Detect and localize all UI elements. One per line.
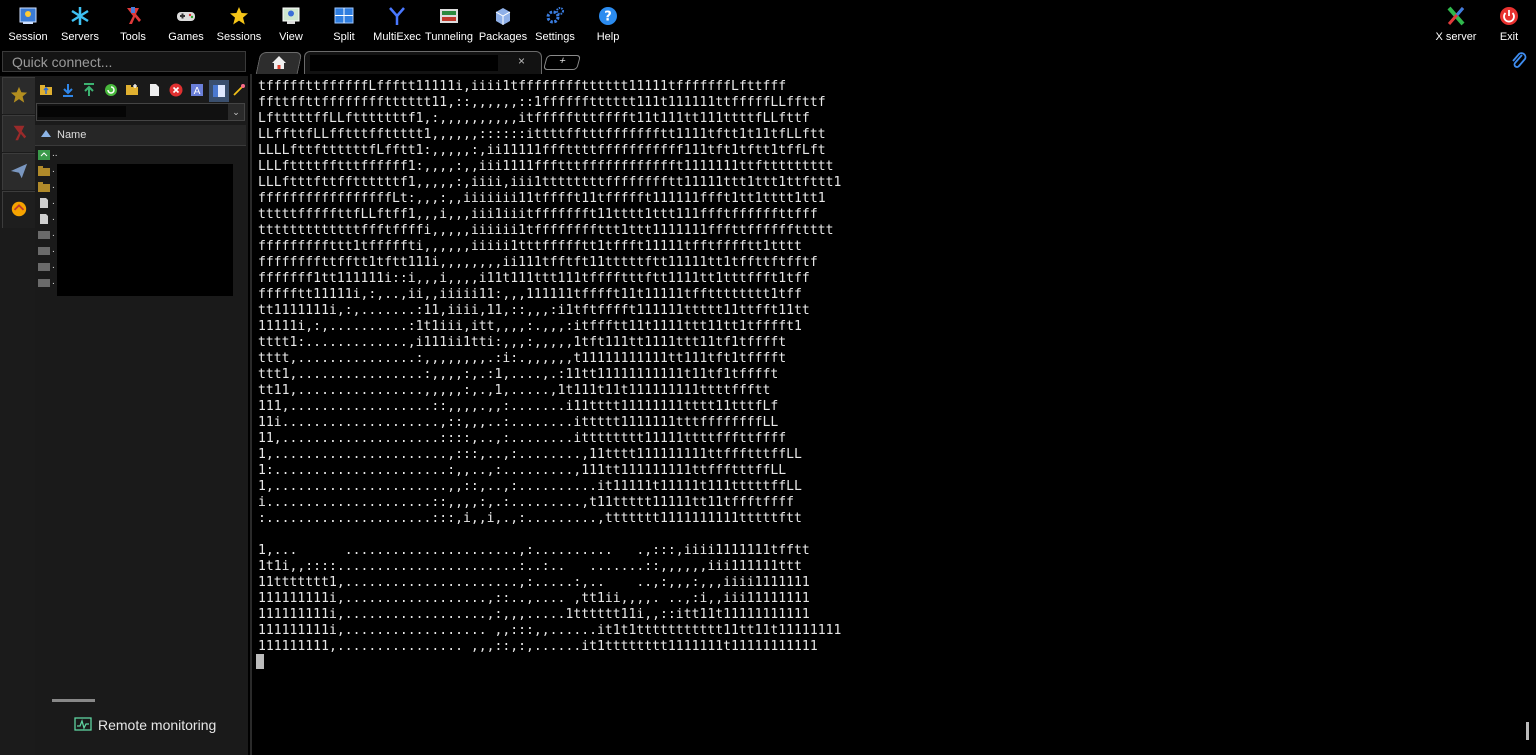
multiexec-icon xyxy=(389,7,405,25)
file-row[interactable]: .. xyxy=(37,148,227,162)
file-icon xyxy=(38,230,50,240)
split-icon xyxy=(334,7,354,24)
magic-wand-icon[interactable] xyxy=(232,83,246,97)
terminal-output: tfffffttffffffLffftt11111i,iiii1tfffffff… xyxy=(258,79,842,654)
gear-icon xyxy=(546,7,564,24)
paperclip-icon[interactable] xyxy=(1510,52,1528,70)
tab-session[interactable]: × xyxy=(304,51,542,74)
file-name: . xyxy=(52,164,55,175)
monitoring-icon xyxy=(74,717,92,731)
file-list-header[interactable]: Name xyxy=(35,125,246,146)
file-name: .. xyxy=(52,148,58,159)
new-tab-button[interactable]: + xyxy=(542,55,582,70)
folder-up-icon[interactable] xyxy=(39,83,53,97)
gamepad-icon xyxy=(177,12,195,21)
remote-monitoring-button[interactable]: Remote monitoring xyxy=(98,717,216,733)
file-icon xyxy=(38,246,50,256)
settings-button[interactable]: Settings xyxy=(527,0,583,47)
send-icon xyxy=(10,163,28,179)
path-redacted xyxy=(38,106,126,117)
file-name: . xyxy=(52,244,55,255)
xserver-button[interactable]: X server xyxy=(1428,0,1484,47)
help-button[interactable]: ? Help xyxy=(580,0,636,47)
file-name: . xyxy=(52,228,55,239)
tunneling-icon xyxy=(440,9,458,23)
follow-terminal-toggle[interactable] xyxy=(209,80,229,102)
side-tab-strip xyxy=(0,76,36,755)
tools-side-tab[interactable] xyxy=(2,115,36,152)
view-icon xyxy=(282,7,300,24)
panel-divider xyxy=(52,699,95,702)
servers-button[interactable]: Servers xyxy=(52,0,108,47)
terminal-scrollbar[interactable] xyxy=(1526,722,1529,740)
packages-button[interactable]: Packages xyxy=(475,0,531,47)
exit-button[interactable]: Exit xyxy=(1481,0,1536,47)
file-names-redacted xyxy=(57,164,233,296)
file-icon xyxy=(38,198,50,208)
sftp-toolbar: A xyxy=(35,80,248,102)
download-icon[interactable] xyxy=(61,83,75,97)
column-name-label: Name xyxy=(57,129,87,141)
macros-side-tab[interactable] xyxy=(2,153,36,190)
help-icon: ? xyxy=(599,7,617,25)
file-name: . xyxy=(52,212,55,223)
svg-text:?: ? xyxy=(604,10,612,25)
multiexec-button[interactable]: MultiExec xyxy=(369,0,425,47)
close-tab-icon[interactable]: × xyxy=(518,54,525,68)
tools-icon xyxy=(13,125,27,141)
session-button[interactable]: Session xyxy=(0,0,56,47)
chevron-down-icon[interactable]: ⌄ xyxy=(228,104,244,120)
file-name: . xyxy=(52,276,55,287)
terminal-folder-icon xyxy=(213,85,225,97)
delete-icon[interactable] xyxy=(169,83,183,97)
terminal-area[interactable]: tfffffttffffffLffftt11111i,iiii1tfffffff… xyxy=(250,74,1536,755)
tab-title-redacted xyxy=(310,55,498,71)
tunneling-button[interactable]: Tunneling xyxy=(421,0,477,47)
file-icon xyxy=(38,262,50,272)
sessions-side-tab[interactable] xyxy=(2,77,36,114)
games-button[interactable]: Games xyxy=(158,0,214,47)
star-icon xyxy=(10,86,28,103)
packages-icon xyxy=(495,8,511,25)
sessions-button[interactable]: Sessions xyxy=(211,0,267,47)
view-button[interactable]: View xyxy=(263,0,319,47)
sftp-icon xyxy=(11,201,27,217)
home-icon xyxy=(272,56,286,69)
new-folder-icon[interactable] xyxy=(125,83,139,97)
tools-button[interactable]: Tools xyxy=(105,0,161,47)
upload-icon[interactable] xyxy=(82,83,96,97)
folder-icon xyxy=(38,166,50,176)
star-icon xyxy=(230,7,248,25)
quick-connect-input[interactable]: Quick connect... xyxy=(2,51,246,72)
tools-icon xyxy=(127,7,141,24)
session-icon xyxy=(19,7,37,24)
main-toolbar: Session Servers Tools Games Sessions Vie… xyxy=(0,0,1536,47)
remote-monitoring-panel: Remote monitoring xyxy=(36,692,248,755)
rename-icon[interactable]: A xyxy=(190,83,204,97)
xserver-icon xyxy=(1447,6,1465,26)
parent-folder-icon xyxy=(38,150,50,160)
sftp-side-tab[interactable] xyxy=(2,191,36,228)
svg-text:A: A xyxy=(194,86,201,97)
split-button[interactable]: Split xyxy=(316,0,372,47)
power-icon xyxy=(1500,7,1518,25)
new-file-icon[interactable] xyxy=(147,83,161,97)
file-name: . xyxy=(52,260,55,271)
terminal-cursor xyxy=(256,654,264,669)
file-icon xyxy=(38,214,50,224)
sort-asc-icon xyxy=(41,130,51,137)
file-name: . xyxy=(52,180,55,191)
folder-icon xyxy=(38,182,50,192)
file-icon xyxy=(38,278,50,288)
refresh-icon[interactable] xyxy=(104,83,118,97)
servers-icon xyxy=(71,7,89,25)
file-name: . xyxy=(52,196,55,207)
